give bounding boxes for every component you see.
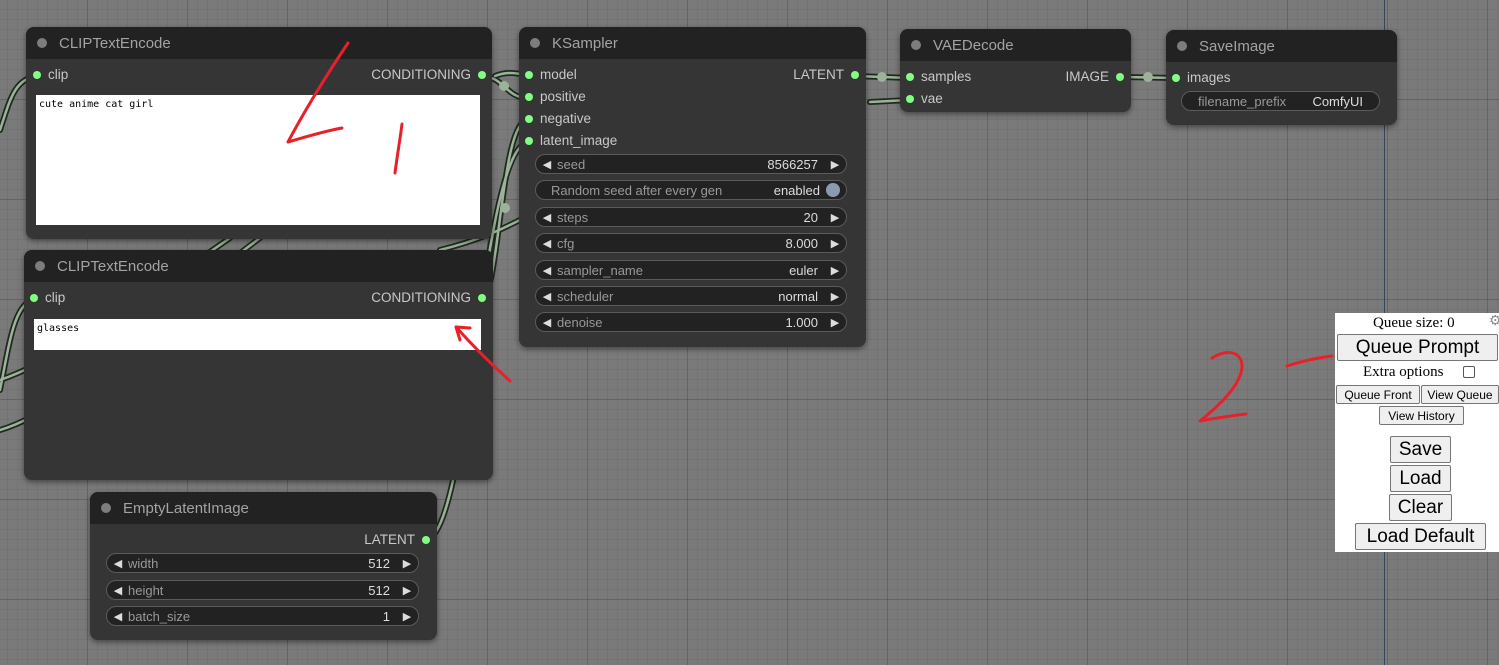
- node-collapse-dot[interactable]: [1177, 41, 1187, 51]
- prompt-textarea[interactable]: glasses: [34, 319, 481, 350]
- slot-dot[interactable]: [33, 71, 41, 79]
- decrement-arrow-icon[interactable]: ◀: [540, 211, 554, 224]
- extra-options-label: Extra options: [1363, 364, 1444, 380]
- output-slot-conditioning[interactable]: CONDITIONING: [371, 290, 486, 306]
- slot-dot[interactable]: [478, 294, 486, 302]
- slot-dot[interactable]: [906, 95, 914, 103]
- node-collapse-dot[interactable]: [530, 38, 540, 48]
- view-queue-button[interactable]: View Queue: [1421, 385, 1499, 404]
- decrement-arrow-icon[interactable]: ◀: [111, 584, 125, 597]
- decrement-arrow-icon[interactable]: ◀: [111, 610, 125, 623]
- load-default-button[interactable]: Load Default: [1355, 523, 1486, 550]
- node-title-bar[interactable]: CLIPTextEncode: [26, 27, 492, 59]
- decrement-arrow-icon[interactable]: ◀: [540, 316, 554, 329]
- increment-arrow-icon[interactable]: ▶: [828, 264, 842, 277]
- output-slot-latent[interactable]: LATENT: [793, 67, 859, 83]
- node-collapse-dot[interactable]: [35, 261, 45, 271]
- clip-text-encode-node-2[interactable]: CLIPTextEncode clip CONDITIONING glasses: [24, 250, 493, 480]
- input-slot-vae[interactable]: vae: [906, 91, 943, 107]
- input-slot-clip[interactable]: clip: [30, 290, 65, 306]
- node-collapse-dot[interactable]: [101, 503, 111, 513]
- input-slot-model[interactable]: model: [525, 67, 577, 83]
- increment-arrow-icon[interactable]: ▶: [400, 584, 414, 597]
- width-widget[interactable]: ◀ width 512 ▶: [106, 553, 419, 573]
- output-slot-image[interactable]: IMAGE: [1065, 69, 1124, 85]
- batch-size-widget[interactable]: ◀ batch_size 1 ▶: [106, 606, 419, 626]
- clear-button[interactable]: Clear: [1389, 494, 1452, 521]
- increment-arrow-icon[interactable]: ▶: [828, 158, 842, 171]
- view-history-button[interactable]: View History: [1379, 406, 1464, 425]
- slot-dot[interactable]: [525, 115, 533, 123]
- slot-dot[interactable]: [525, 71, 533, 79]
- node-title: EmptyLatentImage: [123, 499, 249, 517]
- input-slot-latent-image[interactable]: latent_image: [525, 133, 617, 149]
- scheduler-widget[interactable]: ◀ scheduler normal ▶: [535, 286, 847, 306]
- random-seed-toggle[interactable]: Random seed after every gen enabled: [535, 180, 847, 200]
- input-slot-positive[interactable]: positive: [525, 89, 586, 105]
- slot-dot[interactable]: [525, 137, 533, 145]
- ksampler-node[interactable]: KSampler model positive negative latent_…: [519, 27, 866, 347]
- output-slot-conditioning[interactable]: CONDITIONING: [371, 67, 486, 83]
- node-title-bar[interactable]: SaveImage: [1166, 30, 1397, 62]
- node-title: SaveImage: [1199, 37, 1275, 55]
- increment-arrow-icon[interactable]: ▶: [400, 610, 414, 623]
- cfg-widget[interactable]: ◀ cfg 8.000 ▶: [535, 233, 847, 253]
- input-slot-images[interactable]: images: [1172, 70, 1231, 86]
- slot-dot[interactable]: [525, 93, 533, 101]
- sampler-name-widget[interactable]: ◀ sampler_name euler ▶: [535, 260, 847, 280]
- filename-prefix-widget[interactable]: filename_prefix ComfyUI: [1181, 91, 1380, 111]
- height-widget[interactable]: ◀ height 512 ▶: [106, 580, 419, 600]
- increment-arrow-icon[interactable]: ▶: [400, 557, 414, 570]
- node-title-bar[interactable]: VAEDecode: [900, 29, 1131, 61]
- increment-arrow-icon[interactable]: ▶: [828, 316, 842, 329]
- decrement-arrow-icon[interactable]: ◀: [540, 264, 554, 277]
- decrement-arrow-icon[interactable]: ◀: [540, 290, 554, 303]
- slot-dot[interactable]: [30, 294, 38, 302]
- input-slot-negative[interactable]: negative: [525, 111, 591, 127]
- decrement-arrow-icon[interactable]: ◀: [111, 557, 125, 570]
- queue-prompt-button[interactable]: Queue Prompt: [1337, 334, 1498, 361]
- increment-arrow-icon[interactable]: ▶: [828, 290, 842, 303]
- node-title-bar[interactable]: KSampler: [519, 27, 866, 59]
- load-button[interactable]: Load: [1390, 465, 1451, 492]
- settings-gear-icon[interactable]: ⚙: [1489, 313, 1499, 330]
- queue-front-button[interactable]: Queue Front: [1336, 385, 1420, 404]
- denoise-widget[interactable]: ◀ denoise 1.000 ▶: [535, 312, 847, 332]
- node-title: CLIPTextEncode: [57, 257, 169, 275]
- slot-dot[interactable]: [478, 71, 486, 79]
- save-button[interactable]: Save: [1390, 436, 1451, 463]
- input-slot-samples[interactable]: samples: [906, 69, 971, 85]
- increment-arrow-icon[interactable]: ▶: [828, 211, 842, 224]
- input-slot-clip[interactable]: clip: [33, 67, 68, 83]
- decrement-arrow-icon[interactable]: ◀: [540, 237, 554, 250]
- queue-size-label: Queue size: 0: [1373, 315, 1455, 331]
- vae-decode-node[interactable]: VAEDecode samples vae IMAGE: [900, 29, 1131, 112]
- node-title-bar[interactable]: EmptyLatentImage: [90, 492, 437, 524]
- increment-arrow-icon[interactable]: ▶: [828, 237, 842, 250]
- save-image-node[interactable]: SaveImage images filename_prefix ComfyUI: [1166, 30, 1397, 125]
- node-collapse-dot[interactable]: [37, 38, 47, 48]
- slot-dot[interactable]: [851, 71, 859, 79]
- queue-menu-panel: Queue size: 0 ⚙ Queue Prompt Extra optio…: [1335, 313, 1499, 552]
- slot-dot[interactable]: [422, 536, 430, 544]
- slot-dot[interactable]: [1116, 73, 1124, 81]
- steps-widget[interactable]: ◀ steps 20 ▶: [535, 207, 847, 227]
- prompt-textarea[interactable]: cute anime cat girl: [36, 95, 480, 225]
- decrement-arrow-icon[interactable]: ◀: [540, 158, 554, 171]
- output-slot-latent[interactable]: LATENT: [364, 532, 430, 548]
- seed-widget[interactable]: ◀ seed 8566257 ▶: [535, 154, 847, 174]
- node-title-bar[interactable]: CLIPTextEncode: [24, 250, 493, 282]
- node-title: KSampler: [552, 34, 618, 52]
- node-title: VAEDecode: [933, 36, 1014, 54]
- slot-dot[interactable]: [1172, 74, 1180, 82]
- extra-options-checkbox[interactable]: [1463, 366, 1475, 378]
- slot-dot[interactable]: [906, 73, 914, 81]
- empty-latent-image-node[interactable]: EmptyLatentImage LATENT ◀ width 512 ▶ ◀ …: [90, 492, 437, 640]
- node-collapse-dot[interactable]: [911, 40, 921, 50]
- clip-text-encode-node-1[interactable]: CLIPTextEncode clip CONDITIONING cute an…: [26, 27, 492, 239]
- node-title: CLIPTextEncode: [59, 34, 171, 52]
- toggle-knob[interactable]: [826, 183, 840, 197]
